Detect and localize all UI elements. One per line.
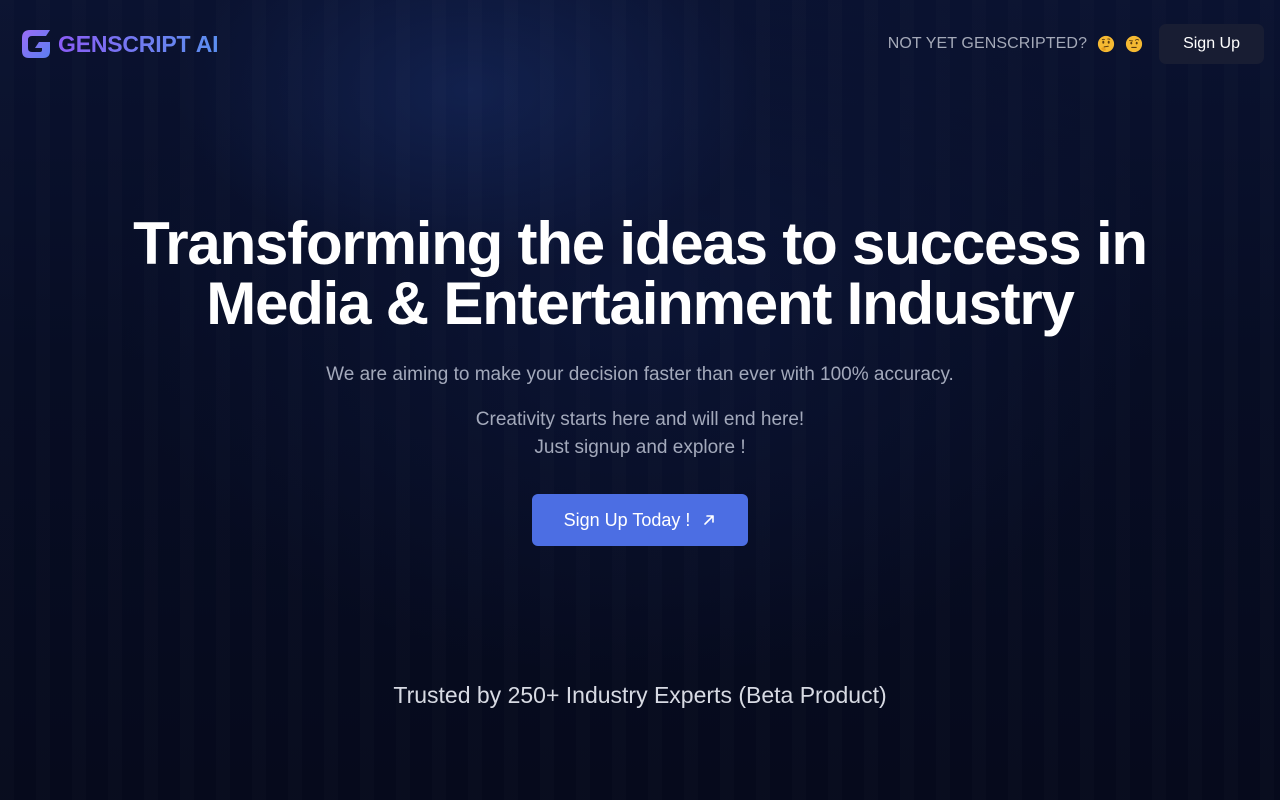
- face-with-raised-eyebrow-emoji-icon: [1125, 35, 1143, 53]
- arrow-up-right-icon: [704, 515, 715, 525]
- hero-title-line-2: Media & Entertainment Industry: [206, 270, 1075, 337]
- trusted-by-text: Trusted by 250+ Industry Experts (Beta P…: [393, 682, 887, 708]
- hero-note-line-1: Creativity starts here and will end here…: [475, 409, 805, 430]
- brand-home-link[interactable]: GENSCRIPT AI: [20, 28, 219, 60]
- nav-actions: NOT YET GENSCRIPTED? Sign Up: [888, 24, 1264, 64]
- hero-note: Creativity starts here and will end here…: [0, 406, 1280, 462]
- nav-prompt-text: NOT YET GENSCRIPTED?: [887, 35, 1088, 52]
- cta-label: Sign Up Today !: [563, 509, 691, 530]
- top-navbar: GENSCRIPT AI NOT YET GENSCRIPTED? Sign U…: [20, 24, 1264, 64]
- hero-title: Transforming the ideas to success in Med…: [90, 214, 1190, 334]
- thinking-face-emoji-icon: [1097, 35, 1115, 53]
- hero-subtitle: We are aiming to make your decision fast…: [326, 364, 954, 385]
- hero-note-line-2: Just signup and explore !: [534, 437, 746, 458]
- nav-signup-button[interactable]: Sign Up: [1159, 24, 1264, 64]
- hero-title-line-1: Transforming the ideas to success in: [133, 210, 1148, 277]
- hero-section: Transforming the ideas to success in Med…: [0, 214, 1280, 546]
- genscript-g-logo-icon: [22, 30, 50, 58]
- nav-prompt: NOT YET GENSCRIPTED?: [888, 35, 1143, 53]
- brand-name: GENSCRIPT AI: [58, 30, 219, 57]
- signup-today-button[interactable]: Sign Up Today !: [531, 494, 749, 546]
